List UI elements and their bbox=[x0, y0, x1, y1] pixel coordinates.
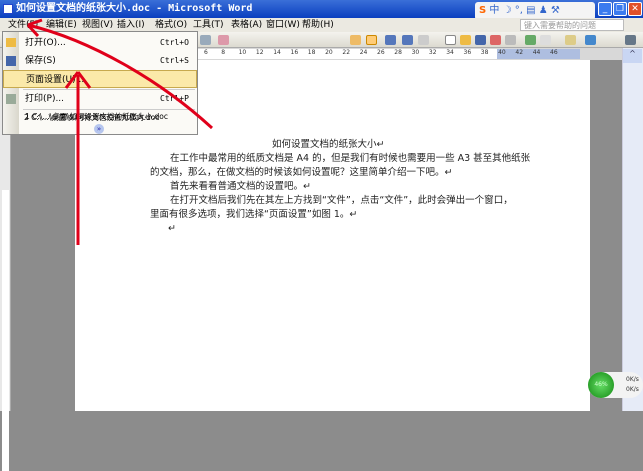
annotation-arrows bbox=[26, 18, 214, 245]
arrow-to-file-menu bbox=[27, 23, 214, 130]
